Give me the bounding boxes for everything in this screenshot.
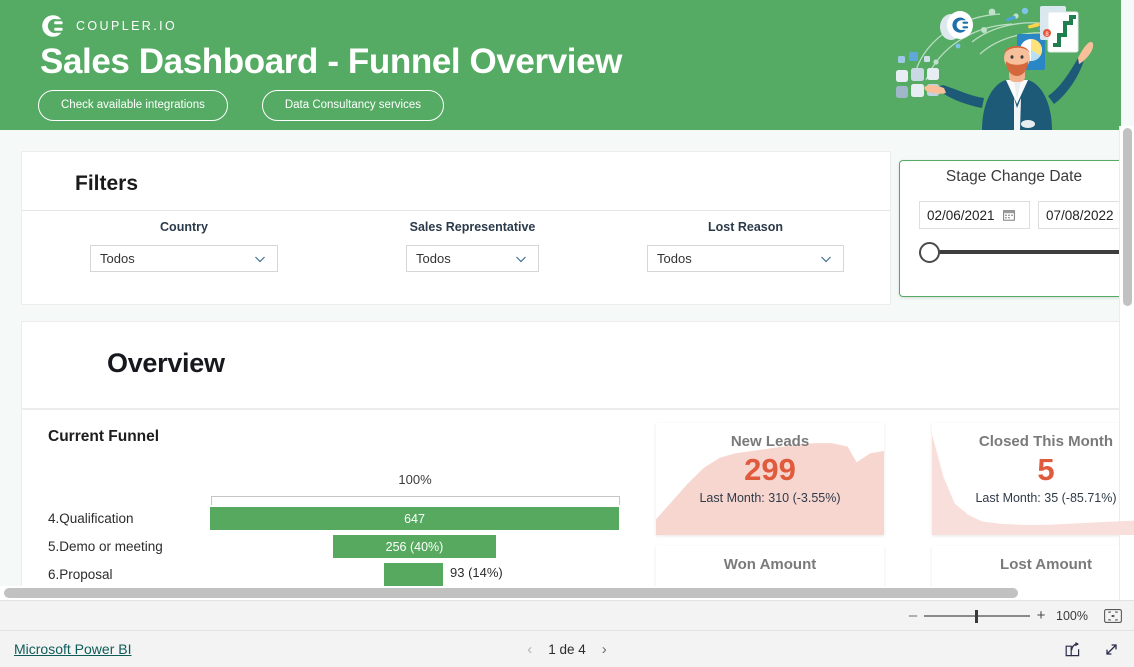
sparkline-area-chart [656,546,884,600]
filter-sales-rep-select[interactable]: Todos [406,245,539,272]
fullscreen-icon[interactable] [1103,641,1120,658]
sparkline-area-chart [932,546,1134,600]
filters-card: Filters Country Todos Sales Representati… [22,152,890,304]
report-viewport: COUPLER.IO Sales Dashboard - Funnel Over… [0,0,1134,600]
funnel-bar-track: 647 [208,504,648,532]
filter-sales-rep: Sales Representative Todos [406,220,539,272]
date-range-inputs: 02/06/2021 07/08/2022 [919,201,1134,229]
zoom-slider-handle[interactable] [975,609,978,623]
start-date-input[interactable]: 02/06/2021 [919,201,1030,229]
date-slider-start-handle[interactable] [919,242,940,263]
kpi-title: Lost Amount [1000,556,1092,573]
kpi-title: New Leads [730,433,810,450]
funnel-row[interactable]: 5.Demo or meeting 256 (40%) [48,532,648,560]
page-indicator: 1 de 4 [548,641,586,657]
funnel-bar-label: 93 (14%) [450,565,503,580]
chevron-down-icon [255,256,265,262]
data-consultancy-button[interactable]: Data Consultancy services [261,90,444,121]
funnel-stage-label: 6.Proposal [48,566,113,582]
filter-sales-rep-value: Todos [416,251,451,266]
divider [22,210,890,211]
current-funnel-title: Current Funnel [48,428,160,445]
kpi-value: 299 [744,452,796,487]
businessman-juggling-data-illustration: 8 [896,6,1094,130]
funnel-row[interactable]: 6.Proposal 93 (14%) [48,560,648,588]
filter-lost-reason: Lost Reason Todos [647,220,844,272]
check-integrations-button[interactable]: Check available integrations [38,90,228,121]
zoom-slider[interactable] [924,609,1030,623]
filter-country: Country Todos [90,220,278,272]
date-slider-track[interactable] [928,250,1134,254]
funnel-stage-label: 4.Qualification [48,510,134,526]
zoom-percent-label: 100% [1056,608,1088,623]
filter-country-label: Country [160,220,208,234]
funnel-bar[interactable] [384,563,443,586]
filter-country-value: Todos [100,251,135,266]
funnel-bar-track: 256 (40%) [208,532,648,560]
stage-change-date-title: Stage Change Date [945,168,1083,185]
date-range-slider[interactable] [919,239,1134,265]
fit-to-page-icon[interactable] [1104,608,1122,623]
kpi-card-lost-amount[interactable]: Lost Amount [932,546,1134,600]
coupler-logo-icon [42,15,63,37]
start-date-value: 02/06/2021 [927,207,995,223]
end-date-value: 07/08/2022 [1046,207,1114,223]
power-bi-report-viewer: COUPLER.IO Sales Dashboard - Funnel Over… [0,0,1134,667]
kpi-title: Won Amount [723,556,817,573]
chevron-down-icon [821,256,831,262]
zoom-toolbar: – + 100% [0,600,1134,631]
filters-title: Filters [75,172,139,195]
kpi-card-closed-this-month[interactable]: Closed This Month 5 Last Month: 35 (-85.… [932,423,1134,535]
kpi-card-won-amount[interactable]: Won Amount [656,546,884,600]
filter-lost-reason-label: Lost Reason [707,220,783,234]
page-title: Sales Dashboard - Funnel Overview [40,42,622,81]
overview-title: Overview [107,348,225,378]
filter-sales-rep-label: Sales Representative [409,220,536,234]
funnel-bar-track: 93 (14%) [208,560,648,588]
overview-body-card: Current Funnel 100% 4.Qualification 647 … [22,410,1134,600]
kpi-value: 5 [1037,452,1055,487]
kpi-subtitle: Last Month: 35 (-85.71%) [975,490,1117,505]
coupler-brand[interactable]: COUPLER.IO [40,13,177,39]
kpi-title: Closed This Month [978,433,1114,450]
filter-lost-reason-value: Todos [657,251,692,266]
funnel-bar[interactable]: 647 [210,507,619,530]
funnel-bar[interactable]: 256 (40%) [333,535,496,558]
kpi-subtitle: Last Month: 310 (-3.55%) [699,490,841,505]
overview-section-card: Overview [22,322,1128,408]
share-icon[interactable] [1064,641,1081,658]
zoom-in-button[interactable]: + [1032,608,1050,623]
previous-page-button[interactable]: ‹ [527,642,532,657]
vertical-scrollbar-thumb[interactable] [1123,128,1132,306]
zoom-out-button[interactable]: – [904,608,922,623]
filter-country-select[interactable]: Todos [90,245,278,272]
funnel-axis-top-label: 100% [398,472,432,487]
funnel-stage-label: 5.Demo or meeting [48,538,163,554]
filter-lost-reason-select[interactable]: Todos [647,245,844,272]
kpi-card-new-leads[interactable]: New Leads 299 Last Month: 310 (-3.55%) [656,423,884,535]
calendar-icon[interactable] [1002,209,1015,221]
funnel-row[interactable]: 4.Qualification 647 [48,504,648,532]
current-funnel-chart[interactable]: Current Funnel 100% 4.Qualification 647 … [48,428,648,600]
chevron-down-icon [516,256,526,262]
report-canvas: COUPLER.IO Sales Dashboard - Funnel Over… [0,0,1134,600]
funnel-bar-label: 256 (40%) [385,539,444,554]
report-hero-banner: COUPLER.IO Sales Dashboard - Funnel Over… [0,0,1121,130]
funnel-bar-label: 647 [404,511,425,526]
stage-change-date-slicer[interactable]: Stage Change Date 02/06/2021 07/08/2022 [899,160,1134,297]
power-bi-footer: Microsoft Power BI ‹ 1 de 4 › [0,631,1134,667]
footer-actions [1064,641,1120,658]
page-navigator: ‹ 1 de 4 › [0,642,1134,657]
brand-wordmark: COUPLER.IO [76,19,178,33]
hero-button-group: Check available integrations Data Consul… [38,90,444,121]
next-page-button[interactable]: › [602,642,607,657]
